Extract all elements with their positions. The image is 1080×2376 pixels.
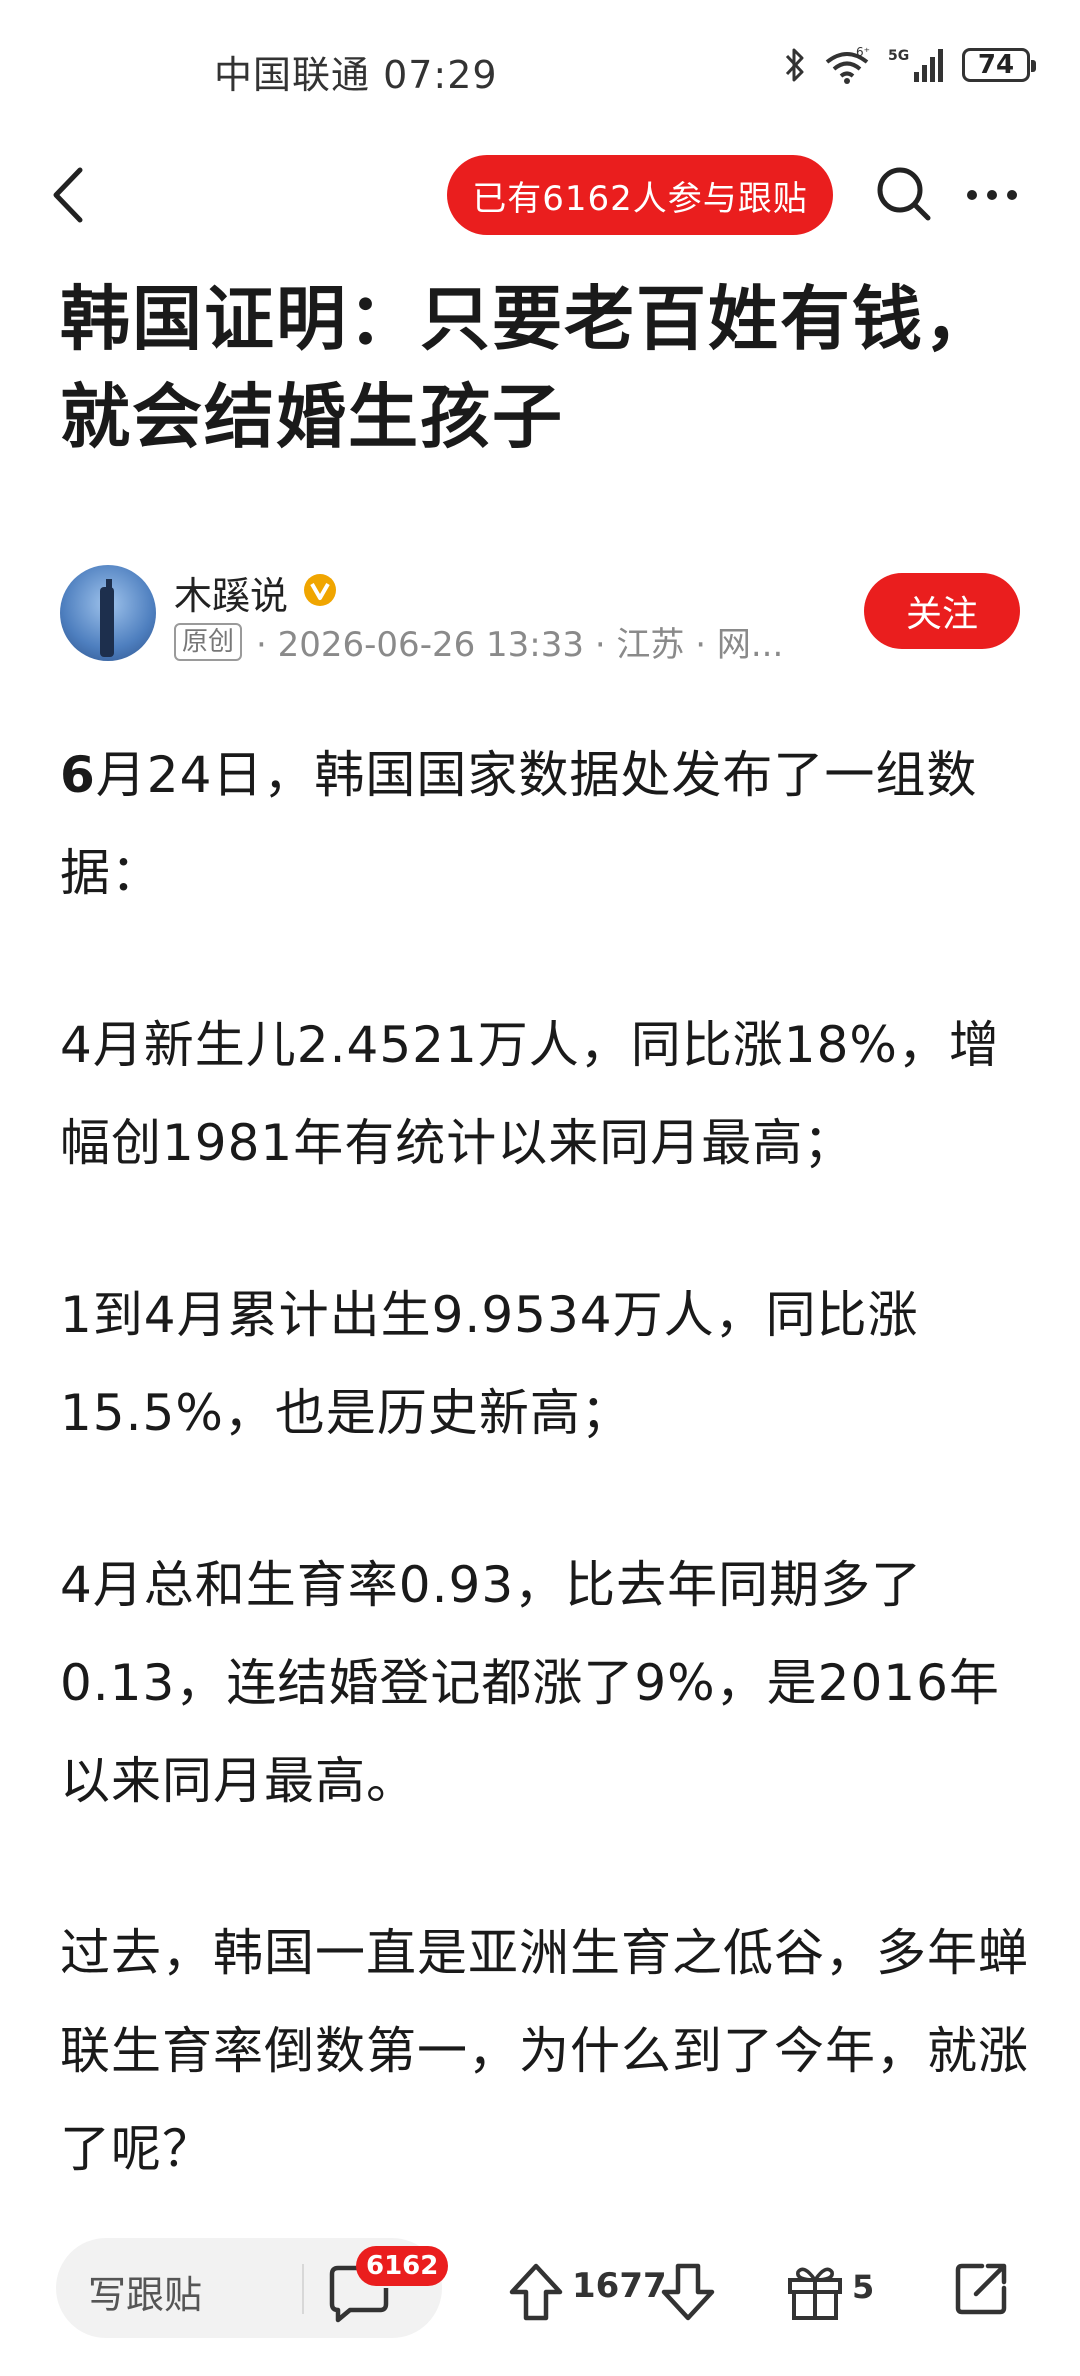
battery-level: 74 — [977, 50, 1015, 80]
share-icon[interactable] — [952, 2260, 1010, 2318]
author-avatar[interactable] — [60, 565, 156, 661]
article-body: 6月24日，韩国国家数据处发布了一组数据： 4月新生儿2.4521万人，同比涨1… — [60, 726, 1030, 2198]
post-meta: 原创 · 2026-06-26 13:33 · 江苏 · 网... — [174, 617, 783, 666]
status-bar: 中国联通 07:29 6⁺ 5G 74 — [0, 0, 1080, 140]
paragraph: 1到4月累计出生9.9534万人，同比涨15.5%，也是历史新高； — [60, 1286, 919, 1442]
author-name[interactable]: 木蹊说 — [174, 565, 288, 620]
article-title: 韩国证明：只要老百姓有钱，就会结婚生孩子 — [60, 278, 996, 458]
gift-count: 5 — [852, 2268, 875, 2306]
divider — [302, 2264, 304, 2314]
paragraph: 6月24日，韩国国家数据处发布了一组数据： — [60, 746, 978, 902]
paragraph: 过去，韩国一直是亚洲生育之低谷，多年蝉联生育率倒数第一，为什么到了今年，就涨了呢… — [60, 1924, 1029, 2178]
original-badge: 原创 — [174, 622, 243, 661]
gift-icon[interactable] — [784, 2260, 846, 2322]
nav-bar: 已有6162人参与跟贴 — [0, 140, 1080, 250]
comment-participants-pill[interactable]: 已有6162人参与跟贴 — [447, 155, 833, 235]
comment-input[interactable]: 写跟贴 6162 — [56, 2238, 449, 2338]
search-icon[interactable] — [874, 164, 934, 224]
paragraph: 4月总和生育率0.93，比去年同期多了0.13，连结婚登记都涨了9%，是2016… — [60, 1556, 1000, 1810]
network-type: 5G — [888, 48, 909, 64]
more-options-icon[interactable] — [962, 180, 1022, 210]
bluetooth-icon — [785, 48, 804, 82]
author-row: 木蹊说 原创 · 2026-06-26 13:33 · 江苏 · 网... 关注 — [60, 565, 1020, 665]
bottom-toolbar: 写跟贴 6162 1677 5 — [0, 2230, 1080, 2376]
lead-char: 6 — [60, 746, 96, 804]
vote-count: 1677 — [572, 2266, 667, 2306]
network-badge: 6⁺ — [856, 46, 870, 59]
comment-placeholder: 写跟贴 — [88, 2273, 203, 2317]
downvote-arrow-icon[interactable] — [658, 2260, 718, 2324]
signal-icon: 5G — [888, 48, 943, 82]
back-arrow-icon[interactable] — [40, 162, 100, 228]
paragraph: 4月新生儿2.4521万人，同比涨18%，增幅创1981年有统计以来同月最高； — [60, 1016, 1000, 1172]
carrier-time: 中国联通 07:29 — [214, 53, 498, 97]
follow-button[interactable]: 关注 — [864, 573, 1020, 649]
battery-indicator: 74 — [962, 48, 1036, 82]
post-meta-text: · 2026-06-26 13:33 · 江苏 · 网... — [256, 625, 784, 665]
upvote-arrow-icon[interactable] — [506, 2260, 566, 2324]
comment-count-badge: 6162 — [356, 2246, 449, 2286]
status-icons: 6⁺ 5G 74 — [784, 46, 1036, 84]
verified-badge-icon — [304, 574, 336, 606]
wifi-icon: 6⁺ — [825, 46, 870, 84]
